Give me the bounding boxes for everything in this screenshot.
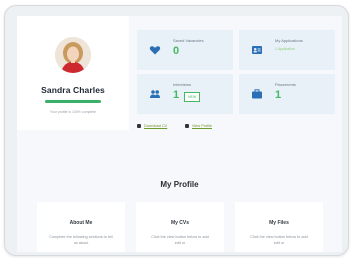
dashboard-screen: Sandra Charles Your profile is 100% comp… [17,16,342,252]
my-applications-label: My Applications [275,38,303,43]
interviews-card[interactable]: Interviews 1 NEW [137,74,233,114]
view-profile-link[interactable]: View Profile [185,124,212,128]
saved-vacancies-card[interactable]: Saved Vacancies 0 [137,30,233,70]
profile-completion-text: Your profile is 100% complete [49,110,97,114]
tablet-frame: Sandra Charles Your profile is 100% comp… [4,5,349,256]
interviews-count: 1 [173,89,180,101]
avatar[interactable] [55,37,91,73]
user-name: Sandra Charles [41,85,105,95]
placements-count: 1 [275,89,282,101]
profile-card: Sandra Charles Your profile is 100% comp… [17,16,129,130]
id-card-icon [251,43,263,55]
tile-description: Complete the following sections to tell … [49,235,113,245]
download-cv-link[interactable]: Download CV [137,124,167,128]
my-files-tile[interactable]: My Files Click the view button below to … [235,202,323,252]
my-applications-card[interactable]: My Applications 1 Application [239,30,335,70]
tile-title: About Me [69,220,93,226]
download-cv-label: Download CV [144,124,168,128]
saved-vacancies-count: 0 [173,45,180,57]
section-title: My Profile [160,180,199,189]
briefcase-icon [251,87,263,99]
tile-description: Click the view button below to add edit … [250,235,308,245]
my-applications-sub: 1 Application [275,47,295,51]
heart-icon [149,43,161,55]
saved-vacancies-label: Saved Vacancies [173,38,204,43]
placements-label: Placements [275,82,296,87]
new-badge: NEW [184,92,201,102]
profile-progress-bar [45,100,101,103]
interviews-label: Interviews [173,82,192,87]
placements-card[interactable]: Placements 1 [239,74,335,114]
view-profile-label: View Profile [192,124,212,128]
people-icon [149,87,161,99]
tile-description: Click the view button below to add edit … [151,235,209,245]
user-icon [185,124,189,128]
tile-title: My CVs [170,220,190,226]
about-me-tile[interactable]: About Me Complete the following sections… [37,202,125,252]
my-cvs-tile[interactable]: My CVs Click the view button below to ad… [136,202,224,252]
document-icon [137,124,141,128]
tile-title: My Files [269,220,289,226]
